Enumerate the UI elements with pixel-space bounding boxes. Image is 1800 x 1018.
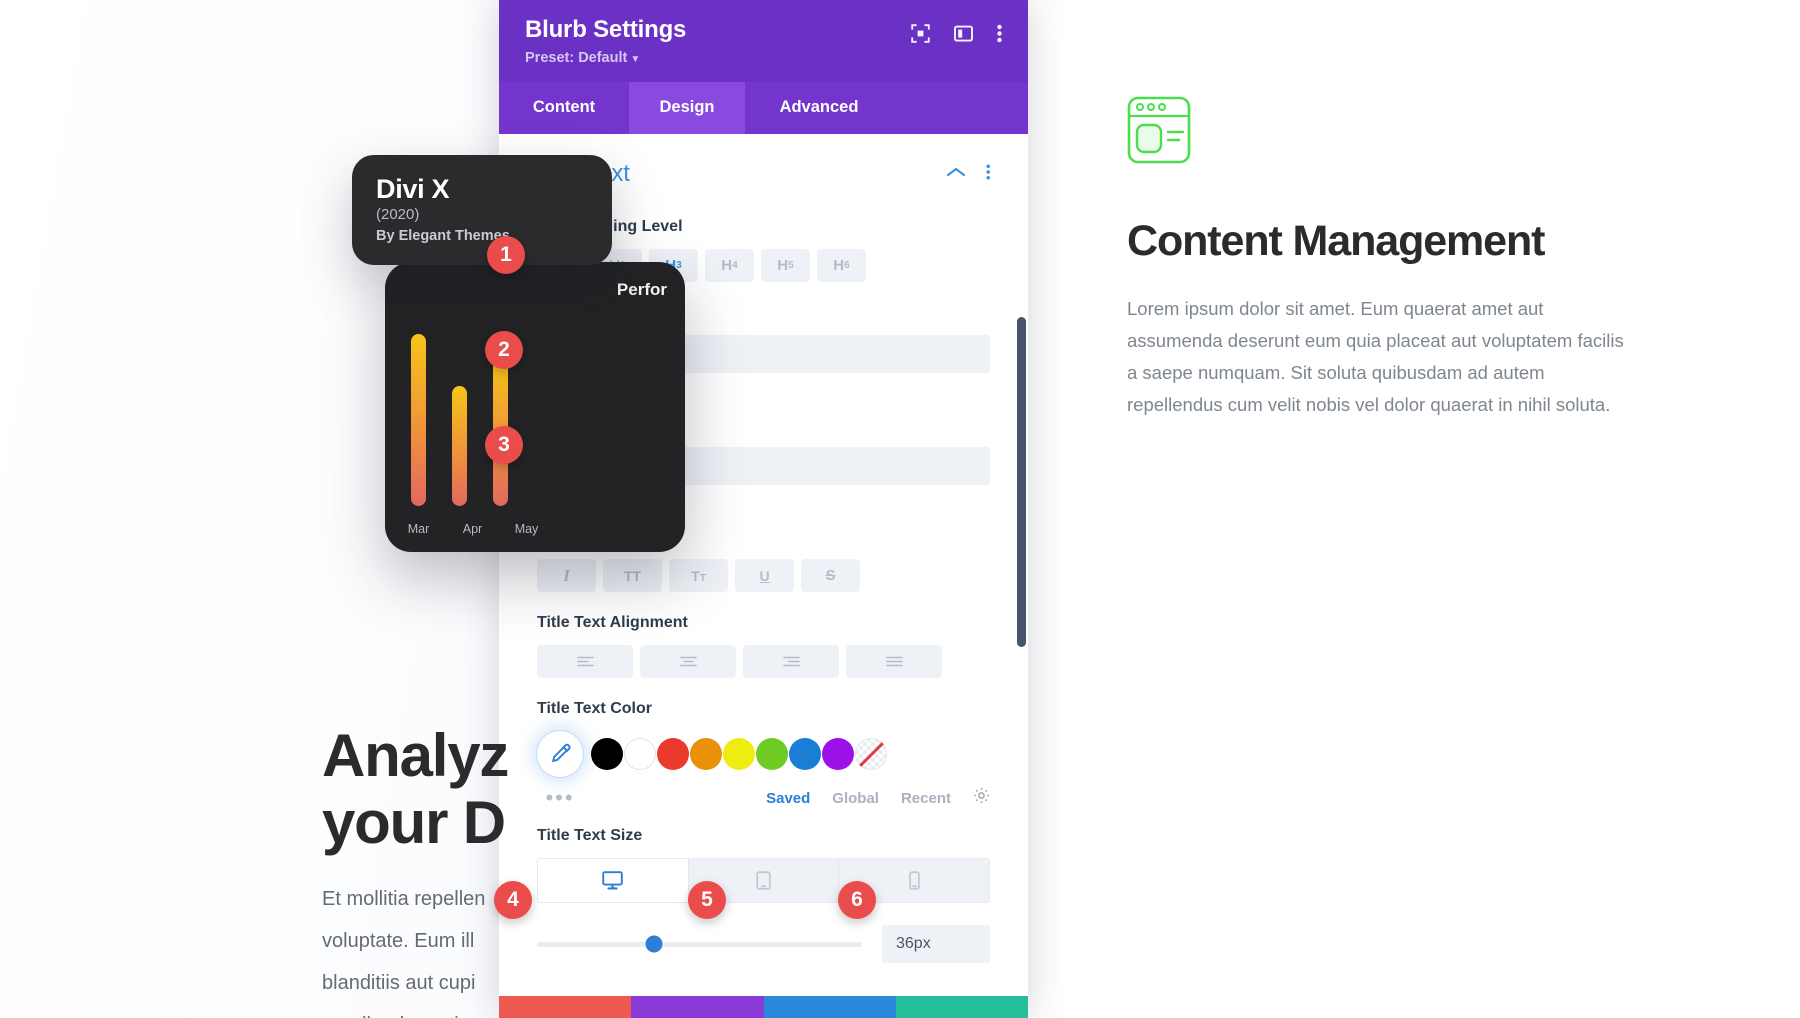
layout-columns-icon[interactable] — [954, 24, 973, 43]
italic-icon[interactable]: I — [537, 559, 596, 592]
divi-card-title: Divi X — [376, 174, 450, 204]
annotation-badge-4: 4 — [494, 881, 532, 919]
divi-card-year: (2020) — [376, 206, 420, 224]
performance-chart-card: Perfor Mar Apr May — [385, 262, 685, 552]
background-body-text: Et mollitia repellen voluptate. Eum ill … — [322, 888, 486, 1018]
screen: Divi X (2020) By Elegant Themes Perfor M… — [0, 0, 1800, 1018]
title-text-alignment-label: Title Text Alignment — [537, 614, 688, 631]
tab-design[interactable]: Design — [629, 82, 745, 134]
bar-apr — [452, 386, 467, 506]
modal-title: Blurb Settings — [525, 16, 687, 43]
title-font-style-group: I TT TT U S — [537, 559, 990, 592]
align-right-icon[interactable] — [743, 645, 839, 678]
align-justify-icon[interactable] — [846, 645, 942, 678]
tab-advanced[interactable]: Advanced — [745, 82, 893, 134]
preset-label: Preset: Default — [525, 50, 628, 66]
heading-level-h4[interactable]: H4 — [705, 249, 754, 282]
small-caps-icon[interactable]: TT — [669, 559, 728, 592]
divi-version-card: Divi X (2020) By Elegant Themes — [352, 155, 612, 265]
uppercase-icon[interactable]: TT — [603, 559, 662, 592]
gear-icon[interactable] — [973, 787, 990, 809]
modal-tabs: Content Design Advanced — [499, 82, 1028, 134]
bar-mar — [411, 334, 426, 506]
preview-body: Lorem ipsum dolor sit amet. Eum quaerat … — [1127, 298, 1624, 415]
annotation-badge-3: 3 — [485, 426, 523, 464]
annotation-badge-1: 1 — [487, 236, 525, 274]
title-text-alignment-group — [537, 645, 990, 678]
title-text-color-label: Title Text Color — [537, 700, 652, 717]
annotation-badge-2: 2 — [485, 331, 523, 369]
background-heading: Analyz your D — [322, 722, 509, 857]
more-vertical-icon[interactable] — [997, 24, 1002, 43]
fullscreen-icon[interactable] — [911, 24, 930, 43]
text-size-input[interactable] — [882, 925, 990, 963]
modal-header: Blurb Settings Preset: Default ▼ — [499, 0, 1028, 82]
divi-card-author: By Elegant Themes — [376, 228, 510, 245]
browser-window-icon — [1127, 96, 1203, 166]
strikethrough-icon[interactable]: S — [801, 559, 860, 592]
tab-content[interactable]: Content — [499, 82, 629, 134]
axis-label-apr: Apr — [462, 522, 483, 536]
heading-level-h5[interactable]: H5 — [761, 249, 810, 282]
section-more-vertical-icon[interactable] — [985, 163, 991, 186]
axis-label-may: May — [514, 522, 539, 536]
annotation-badge-6: 6 — [838, 881, 876, 919]
align-left-icon[interactable] — [537, 645, 633, 678]
blurb-preview: Content Management Lorem ipsum dolor sit… — [1127, 96, 1687, 421]
preview-title: Content Management — [1127, 217, 1545, 265]
performance-card-title: Perfor — [616, 280, 667, 299]
chevron-up-icon[interactable] — [946, 165, 966, 183]
panel-scrollbar[interactable] — [1017, 317, 1026, 647]
bottom-bar-teal — [895, 996, 1028, 1018]
performance-axis: Mar Apr May — [408, 522, 547, 536]
axis-label-mar: Mar — [407, 522, 430, 536]
field-title-text-alignment: Title Text Alignment — [537, 614, 990, 678]
align-center-icon[interactable] — [640, 645, 736, 678]
heading-level-h6[interactable]: H6 — [817, 249, 866, 282]
chevron-down-icon: ▼ — [630, 54, 641, 65]
annotation-badge-5: 5 — [688, 881, 726, 919]
underline-icon[interactable]: U — [735, 559, 794, 592]
preset-selector[interactable]: Preset: Default ▼ — [525, 50, 686, 66]
